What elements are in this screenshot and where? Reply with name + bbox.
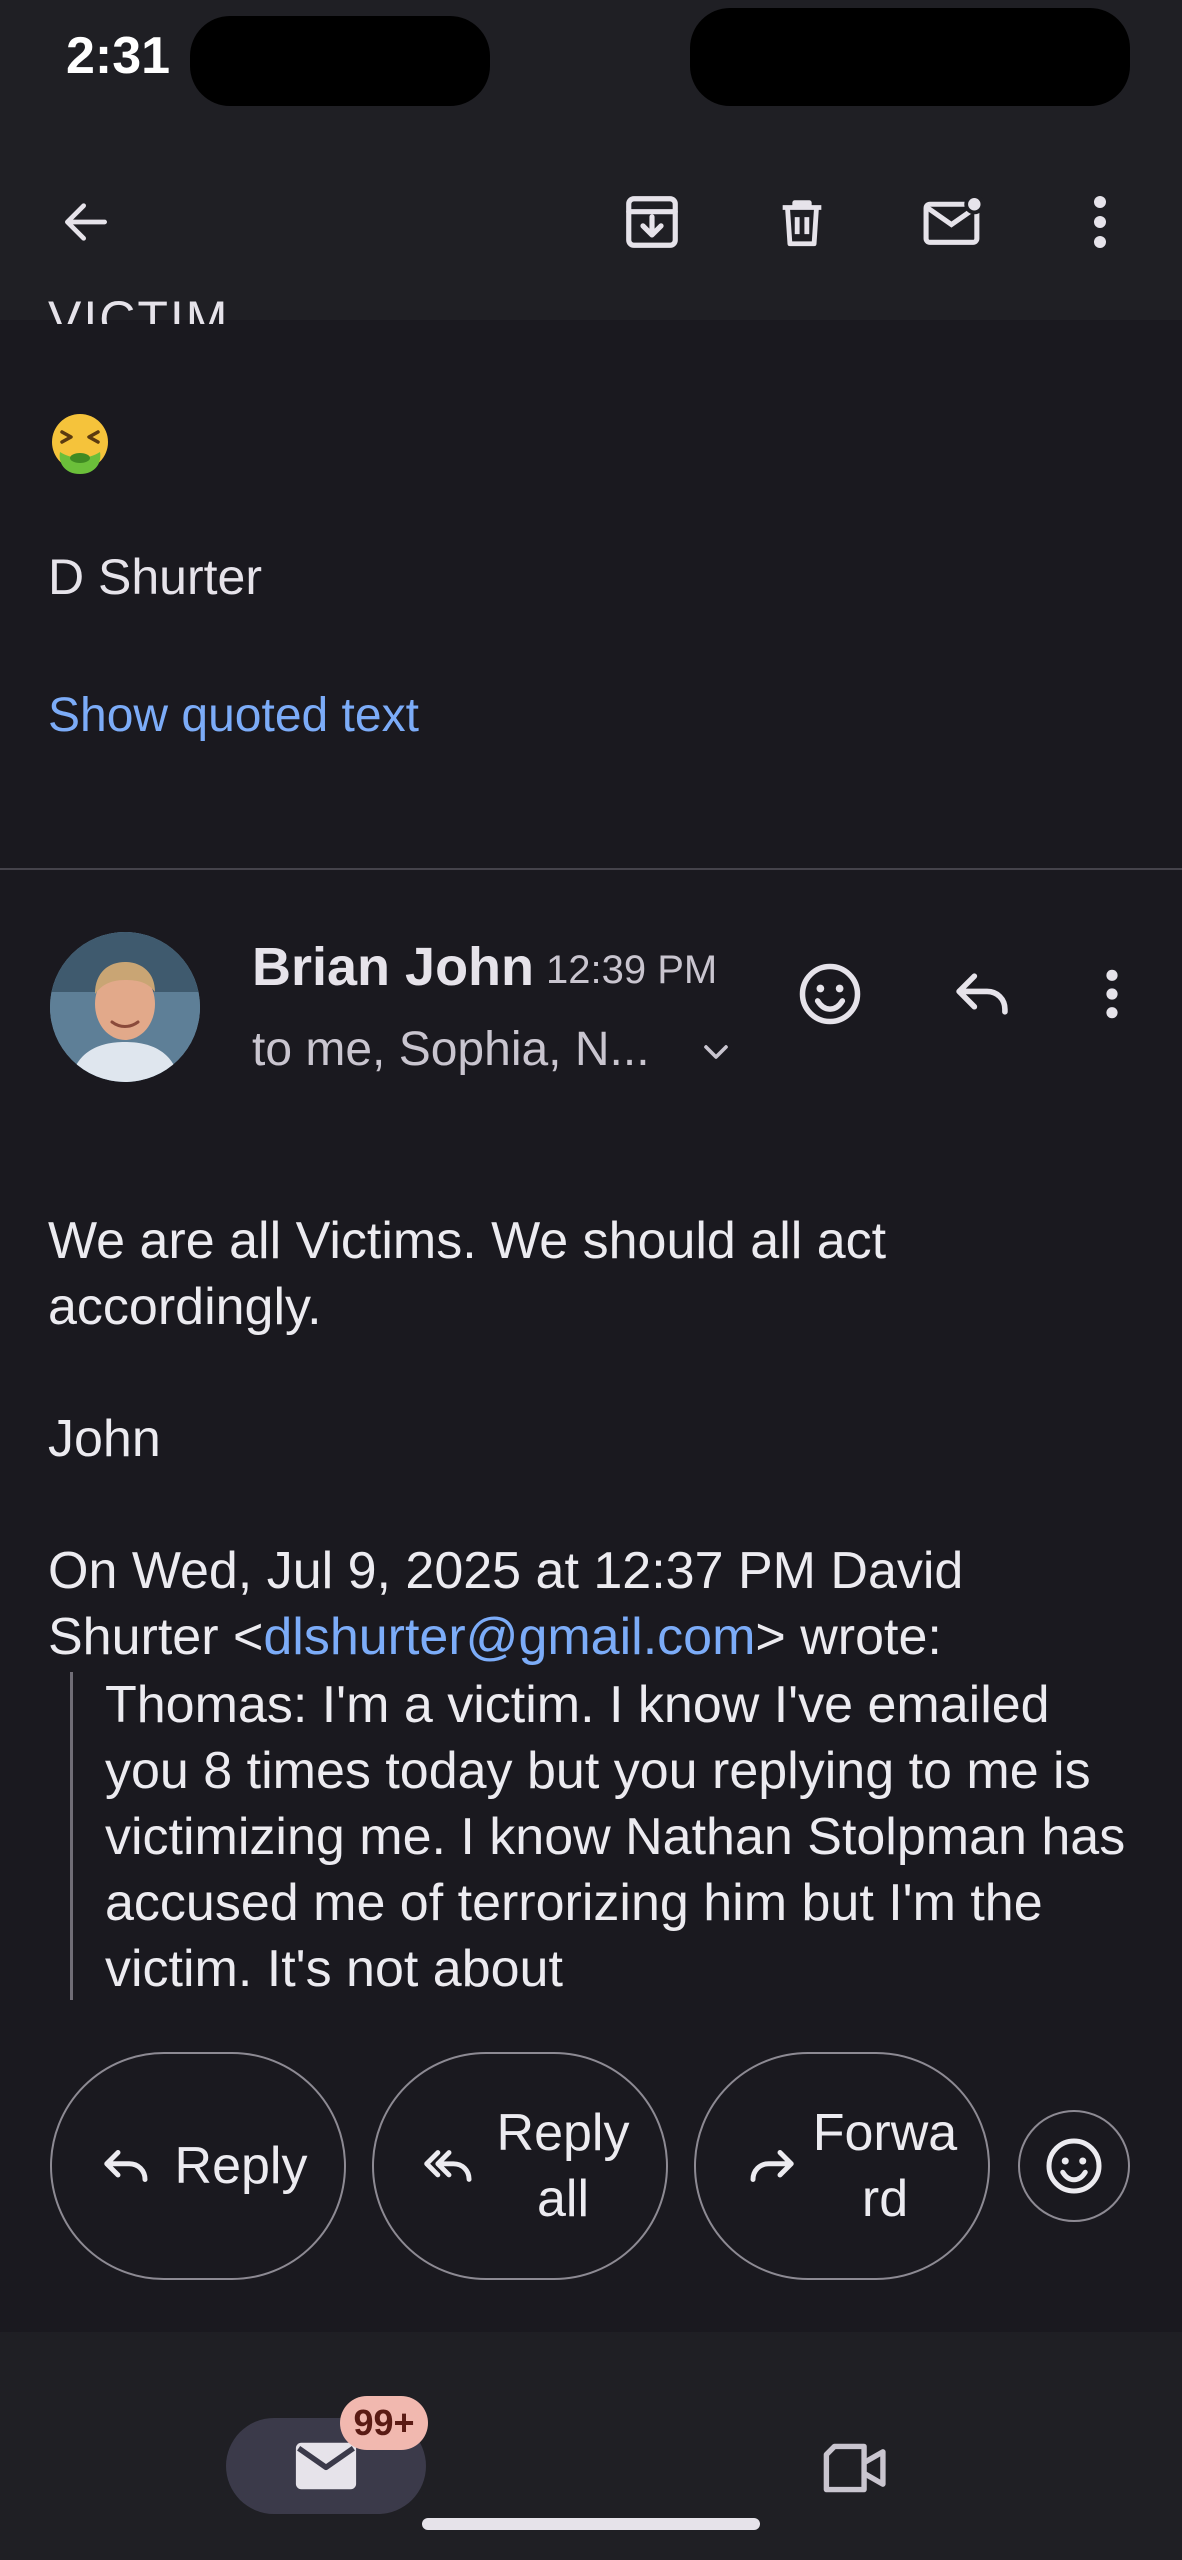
quote-attribution: On Wed, Jul 9, 2025 at 12:37 PM David Sh… <box>48 1542 964 1666</box>
message-divider <box>0 868 1182 870</box>
status-bar: 2:31 <box>0 0 1182 120</box>
reply-icon <box>92 2143 162 2189</box>
reply-button[interactable]: Reply <box>50 2052 346 2280</box>
reply-all-label: Reply all <box>496 2104 630 2228</box>
nauseated-face-emoji-icon <box>48 412 112 476</box>
previous-signature: D Shurter <box>48 549 262 605</box>
forward-button[interactable]: Forwa rd <box>694 2052 990 2280</box>
status-time: 2:31 <box>66 27 171 85</box>
show-quoted-text-link[interactable]: Show quoted text <box>48 688 419 743</box>
reply-icon[interactable] <box>942 954 1022 1034</box>
react-emoji-button[interactable] <box>1018 2110 1130 2222</box>
sender-name[interactable]: Brian John <box>252 936 534 998</box>
redaction-mark <box>690 8 1130 106</box>
message-more-icon[interactable] <box>1072 954 1152 1034</box>
sender-email-link[interactable]: dlshurter@gmail.com <box>263 1608 755 1666</box>
message-actions: Reply Reply all Forwa rd <box>0 2052 1182 2280</box>
body-paragraph: We are all Victims. We should all act ac… <box>48 1212 887 1336</box>
forward-icon <box>736 2143 806 2189</box>
trash-icon[interactable] <box>762 182 842 262</box>
bottom-navigation: 99+ <box>0 2332 1182 2560</box>
message-body: We are all Victims. We should all act ac… <box>48 1208 1138 1670</box>
mail-icon <box>295 2442 357 2490</box>
more-options-icon[interactable] <box>1060 182 1140 262</box>
reply-label: Reply <box>174 2137 308 2195</box>
forward-label: Forwa rd <box>812 2104 958 2228</box>
unread-count-badge: 99+ <box>340 2396 428 2450</box>
recipients-summary[interactable]: to me, Sophia, N... <box>252 1022 650 1077</box>
redaction-mark <box>190 16 490 106</box>
sender-avatar[interactable] <box>50 932 200 1082</box>
home-indicator[interactable] <box>422 2518 760 2530</box>
previous-message-text: VICTIM. <box>48 291 246 324</box>
chevron-down-icon[interactable] <box>696 1032 736 1077</box>
meet-video-icon[interactable] <box>816 2428 896 2508</box>
archive-icon[interactable] <box>612 182 692 262</box>
add-reaction-icon[interactable] <box>790 954 870 1034</box>
body-signoff: John <box>48 1410 161 1468</box>
smiley-icon <box>1046 2138 1102 2194</box>
mark-unread-icon[interactable] <box>914 182 994 262</box>
reply-all-button[interactable]: Reply all <box>372 2052 668 2280</box>
message-time: 12:39 PM <box>546 948 718 992</box>
quoted-message: Thomas: I'm a victim. I know I've emaile… <box>70 1672 1130 2000</box>
back-icon[interactable] <box>46 182 126 262</box>
reply-all-icon <box>414 2143 484 2189</box>
